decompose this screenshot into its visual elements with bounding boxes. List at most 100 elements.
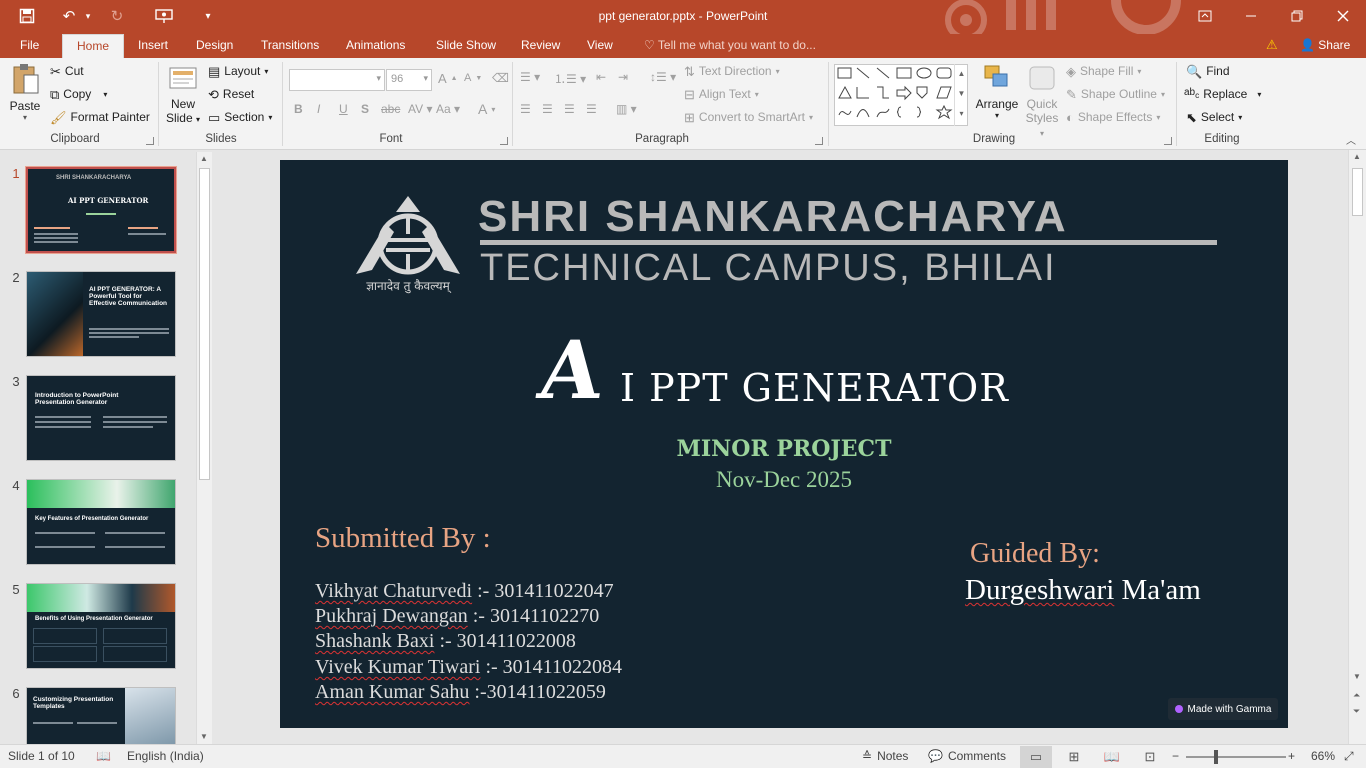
- increase-indent-icon[interactable]: ⇥: [618, 70, 628, 84]
- clipboard-launcher-icon[interactable]: [146, 137, 154, 145]
- strikethrough-icon[interactable]: abc: [381, 102, 400, 116]
- bold-icon[interactable]: B: [294, 102, 303, 116]
- slide-thumbnail-6[interactable]: Customizing Presentation Templates: [26, 687, 176, 744]
- decrease-indent-icon[interactable]: ⇤: [596, 70, 606, 84]
- close-icon[interactable]: [1320, 0, 1366, 32]
- layout-button[interactable]: ▤ Layout ▾: [208, 64, 268, 78]
- shapes-gallery[interactable]: [834, 64, 968, 126]
- reset-button[interactable]: ⟲ Reset: [208, 87, 254, 101]
- font-launcher-icon[interactable]: [500, 137, 508, 145]
- thumbnail-scroll-thumb[interactable]: [199, 168, 210, 480]
- scroll-down-icon[interactable]: ▼: [1353, 672, 1361, 681]
- new-slide-button[interactable]: New Slide ▾: [164, 62, 202, 132]
- tab-design[interactable]: Design: [192, 34, 237, 58]
- share-label: Share: [1318, 38, 1351, 52]
- zoom-level[interactable]: 66%: [1311, 749, 1335, 763]
- comments-button[interactable]: 💬 Comments: [928, 749, 1006, 763]
- paste-button[interactable]: Paste ▾: [6, 62, 44, 130]
- zoom-slider[interactable]: [1186, 750, 1286, 764]
- shape-effects-button[interactable]: ◐ Shape Effects ▾: [1066, 110, 1160, 124]
- align-left-icon[interactable]: ☰: [520, 102, 531, 116]
- slide-scrollbar[interactable]: ▲ ▼ ⏶ ⏷: [1348, 150, 1366, 744]
- align-center-icon[interactable]: ☰: [542, 102, 553, 116]
- shapes-gallery-scroll[interactable]: ▲ ▼ ▾: [954, 64, 968, 126]
- warning-icon[interactable]: ⚠: [1262, 34, 1282, 58]
- spelling-icon[interactable]: 📖: [96, 749, 111, 763]
- italic-icon[interactable]: I: [317, 102, 320, 116]
- made-with-gamma-badge[interactable]: Made with Gamma: [1168, 698, 1278, 720]
- slide-thumbnail-5[interactable]: Benefits of Using Presentation Generator: [26, 583, 176, 669]
- change-case-icon[interactable]: Aa ▾: [436, 102, 460, 116]
- paragraph-launcher-icon[interactable]: [815, 137, 823, 145]
- font-color-icon[interactable]: A ▾: [478, 101, 495, 117]
- minimize-icon[interactable]: [1228, 0, 1274, 32]
- current-slide[interactable]: ज्ञानादेव तु कैवल्यम् SHRI SHANKARACHARY…: [280, 160, 1288, 728]
- format-painter-button[interactable]: 🖌 Format Painter: [50, 110, 150, 124]
- line-spacing-icon[interactable]: ↕☰ ▾: [650, 70, 676, 84]
- drawing-launcher-icon[interactable]: [1164, 137, 1172, 145]
- slide-thumbnail-2[interactable]: AI PPT GENERATOR: A Powerful Tool for Ef…: [26, 271, 176, 357]
- clear-formatting-icon[interactable]: ⌫: [492, 71, 509, 85]
- tab-insert[interactable]: Insert: [134, 34, 172, 58]
- tab-animations[interactable]: Animations: [342, 34, 409, 58]
- notes-button[interactable]: ≙ Notes: [862, 749, 908, 763]
- text-direction-button[interactable]: ⇅ Text Direction ▾: [684, 64, 780, 78]
- thumbnail-number: 5: [12, 582, 20, 597]
- tab-home[interactable]: Home: [62, 34, 125, 58]
- select-button[interactable]: ⬉ Select ▾: [1186, 110, 1242, 124]
- zoom-slider-thumb[interactable]: [1214, 750, 1218, 764]
- quick-styles-button[interactable]: Quick Styles ▾: [1022, 62, 1062, 138]
- tab-slide-show[interactable]: Slide Show: [432, 34, 500, 58]
- shape-outline-button[interactable]: ✎ Shape Outline ▾: [1066, 87, 1165, 101]
- font-size-combo[interactable]: 96: [386, 69, 432, 91]
- tab-review[interactable]: Review: [517, 34, 564, 58]
- align-right-icon[interactable]: ☰: [564, 102, 575, 116]
- previous-slide-icon[interactable]: ⏶: [1353, 690, 1360, 701]
- section-button[interactable]: ▭ Section ▾: [208, 110, 272, 124]
- find-button[interactable]: 🔍 Find: [1186, 64, 1230, 78]
- character-spacing-icon[interactable]: AV ▾: [408, 102, 432, 116]
- tab-view[interactable]: View: [583, 34, 617, 58]
- slide-thumbnail-4[interactable]: Key Features of Presentation Generator: [26, 479, 176, 565]
- slide-sorter-icon[interactable]: ⊞: [1058, 746, 1090, 768]
- slide-thumbnail-1[interactable]: SHRI SHANKARACHARYA AI PPT GENERATOR: [26, 167, 176, 253]
- normal-view-icon[interactable]: ▭: [1020, 746, 1052, 768]
- cut-button[interactable]: ✂ Cut: [50, 64, 84, 78]
- tab-transitions[interactable]: Transitions: [257, 34, 323, 58]
- ribbon-display-options-icon[interactable]: [1182, 0, 1228, 32]
- arrange-button[interactable]: Arrange ▾: [972, 62, 1022, 132]
- convert-smartart-button[interactable]: ⊞ Convert to SmartArt ▾: [684, 110, 813, 124]
- justify-icon[interactable]: ☰: [586, 102, 597, 116]
- next-slide-icon[interactable]: ⏷: [1353, 706, 1360, 717]
- slide-show-icon[interactable]: ⊡: [1134, 746, 1166, 768]
- decrease-font-icon[interactable]: A ▼: [464, 72, 482, 84]
- tab-file[interactable]: File: [16, 34, 43, 58]
- slide-scroll-thumb[interactable]: [1352, 168, 1363, 216]
- zoom-in-icon[interactable]: +: [1288, 749, 1295, 763]
- replace-button[interactable]: abc Replace ▾: [1184, 87, 1261, 101]
- shadow-icon[interactable]: S: [361, 102, 369, 116]
- fit-to-window-icon[interactable]: ⤢: [1344, 749, 1354, 764]
- numbering-icon[interactable]: ⒈☰ ▾: [554, 70, 586, 87]
- thumbnail-scrollbar[interactable]: ▲ ▼: [196, 152, 212, 744]
- scroll-up-icon[interactable]: ▲: [200, 154, 208, 163]
- scroll-down-icon[interactable]: ▼: [200, 732, 208, 741]
- reading-view-icon[interactable]: 📖: [1096, 746, 1128, 768]
- zoom-out-icon[interactable]: −: [1172, 749, 1179, 763]
- shape-fill-button[interactable]: ◈ Shape Fill ▾: [1066, 64, 1141, 78]
- restore-icon[interactable]: [1274, 0, 1320, 32]
- scroll-up-icon[interactable]: ▲: [1353, 152, 1361, 161]
- bullets-icon[interactable]: ☰ ▾: [520, 70, 540, 84]
- align-text-button[interactable]: ⊟ Align Text ▾: [684, 87, 759, 101]
- language-indicator[interactable]: English (India): [127, 749, 204, 763]
- copy-button[interactable]: ⧉ Copy ▾: [50, 87, 107, 101]
- underline-icon[interactable]: U: [339, 102, 348, 116]
- new-slide-label-2: Slide ▾: [165, 111, 201, 125]
- columns-icon[interactable]: ▥ ▾: [616, 102, 637, 116]
- increase-font-icon[interactable]: A ▲: [438, 71, 458, 86]
- collapse-ribbon-icon[interactable]: ︿: [1346, 132, 1356, 147]
- share-button[interactable]: 👤 Share: [1296, 34, 1354, 58]
- font-name-combo[interactable]: [289, 69, 385, 91]
- slide-thumbnail-3[interactable]: Introduction to PowerPoint Presentation …: [26, 375, 176, 461]
- tell-me-box[interactable]: ♡ Tell me what you want to do...: [640, 34, 820, 58]
